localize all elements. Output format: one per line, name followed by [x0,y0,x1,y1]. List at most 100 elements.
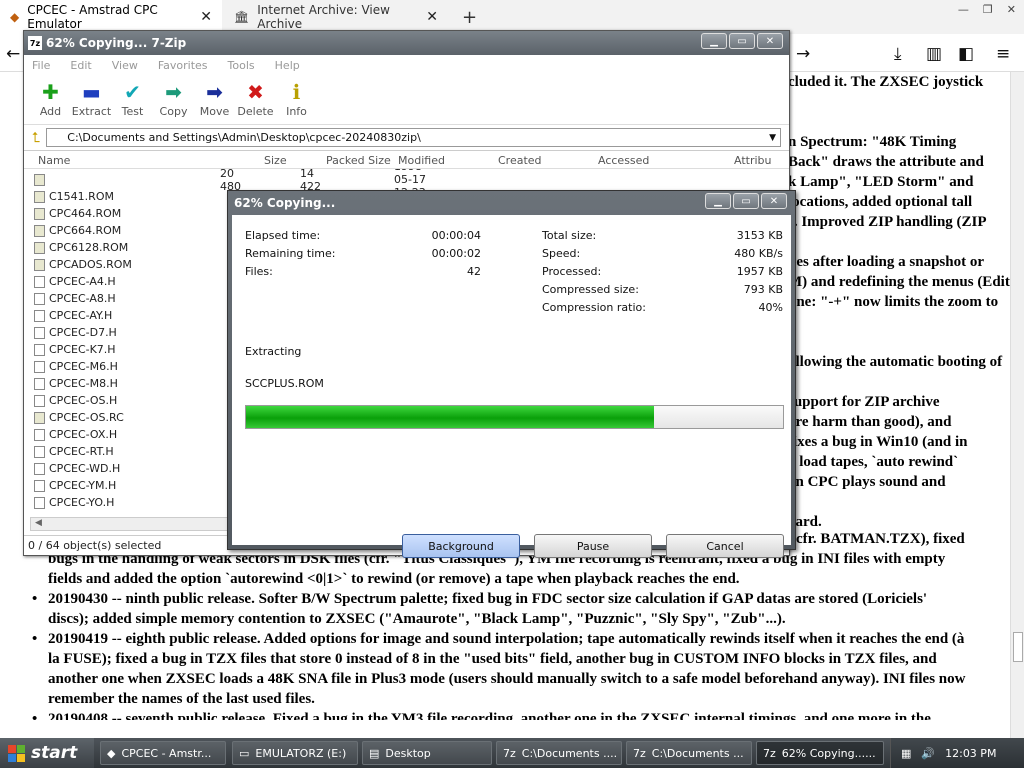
forward-arrow-icon[interactable]: → [796,44,810,64]
keyboard-icon[interactable]: ▦ [901,747,911,760]
table-row[interactable]: 20 480 14 422 1998-05-17 12:23 [34,169,426,199]
path-input[interactable]: C:\Documents and Settings\Admin\Desktop\… [46,128,781,147]
taskbar-item[interactable]: ▭ EMULATORZ (E:) [232,741,358,765]
menu-icon[interactable]: ≡ [996,44,1010,64]
table-row[interactable]: CPC464.ROM [34,205,121,222]
maximize-button[interactable]: ▭ [729,33,755,49]
add-button[interactable]: ✚ Add [30,75,71,124]
extract-button[interactable]: ▬ Extract [71,75,112,124]
taskbar-item[interactable]: ▤ Desktop [362,741,492,765]
column-attributes[interactable]: Attribu [734,154,772,167]
background-button[interactable]: Background [402,534,520,558]
page-scrollbar[interactable] [1010,72,1024,740]
minimize-button[interactable]: ▁ [705,193,731,209]
column-created[interactable]: Created [498,154,542,167]
stat-label: Files: [245,265,273,278]
dialog-title-bar[interactable]: 62% Copying... ▁ ▭ ✕ [232,191,791,215]
stat-value: 3153 KB [736,229,783,242]
taskbar-item[interactable]: 7z C:\Documents ... [626,741,752,765]
column-packed-size[interactable]: Packed Size [326,154,391,167]
file-name: CPCEC-K7.H [49,343,116,356]
taskbar-item[interactable]: 7z C:\Documents .... [496,741,622,765]
table-row[interactable]: CPCADOS.ROM [34,256,132,273]
browser-tab-cpcec[interactable]: ◆ CPCEC - Amstrad CPC Emulator ✕ [0,0,222,34]
table-row[interactable]: C1541.ROM [34,188,114,205]
menu-item-favorites[interactable]: Favorites [158,59,208,72]
pause-button[interactable]: Pause [534,534,652,558]
table-row[interactable]: CPC6128.ROM [34,239,128,256]
browser-tab-archive[interactable]: 🏛 Internet Archive: View Archive ✕ [224,0,448,34]
menu-item-edit[interactable]: Edit [70,59,91,72]
library-icon[interactable]: ▥ [926,44,942,64]
table-row[interactable]: CPCEC-OS.H [34,392,117,409]
table-row[interactable]: CPCEC-A8.H [34,290,116,307]
column-modified[interactable]: Modified [398,154,445,167]
menu-item-tools[interactable]: Tools [228,59,255,72]
minimize-button[interactable]: ▁ [701,33,727,49]
scrollbar-thumb[interactable] [1013,632,1023,662]
start-button[interactable]: start [0,738,94,768]
move-button[interactable]: ➡ Move [194,75,235,124]
close-button[interactable]: ✕ [757,33,783,49]
folder-icon: ▤ [369,746,380,760]
column-size[interactable]: Size [264,154,287,167]
table-row[interactable]: CPCEC-WD.H [34,460,120,477]
test-button[interactable]: ✔ Test [112,75,153,124]
menu-item-file[interactable]: File [32,59,50,72]
back-arrow-icon[interactable]: ← [6,44,20,64]
close-tab-icon[interactable]: ✕ [426,9,438,25]
page-text-line: s. Improved ZIP handling (ZIP [788,214,987,230]
delete-button[interactable]: ✖ Delete [235,75,276,124]
page-text-line: 20190430 -- ninth public release. Softer… [48,591,928,607]
table-row[interactable]: CPCEC-D7.H [34,324,117,341]
drive-icon: ▭ [239,746,250,760]
chevron-down-icon[interactable]: ▼ [769,133,776,143]
table-row[interactable]: CPCEC-YO.H [34,494,114,511]
table-row[interactable]: CPCEC-OX.H [34,426,117,443]
windows-flag-icon [8,744,25,762]
table-row[interactable]: CPCEC-K7.H [34,341,116,358]
horizontal-scrollbar[interactable]: ◀ [30,517,230,531]
progress-bar [245,405,784,429]
speaker-icon[interactable]: 🔊 [921,747,935,760]
close-icon[interactable]: ✕ [1007,3,1016,16]
column-name[interactable]: Name [38,154,70,167]
page-text-line: on CPC plays sound and [788,474,946,490]
menu-item-view[interactable]: View [112,59,138,72]
table-row[interactable]: CPCEC-OS.RC [34,409,124,426]
table-row[interactable]: CPCEC-M8.H [34,375,118,392]
browser-icon: ◆ [107,746,116,760]
file-icon [34,479,45,492]
new-tab-button[interactable]: + [452,0,480,34]
table-row[interactable]: CPCEC-RT.H [34,443,114,460]
close-tab-icon[interactable]: ✕ [200,9,212,25]
folder-up-icon[interactable]: ⮤ [32,130,40,146]
minimize-icon[interactable]: — [958,3,969,16]
info-button[interactable]: ℹ Info [276,75,317,124]
cancel-button[interactable]: Cancel [666,534,784,558]
file-icon [34,275,45,288]
page-text-line: n Spectrum: "48K Timing [788,134,957,150]
menu-item-help[interactable]: Help [275,59,300,72]
taskbar-item[interactable]: ◆ CPCEC - Amstr... [100,741,226,765]
file-name: CPCEC-RT.H [49,445,114,458]
archive-favicon-icon: 🏛 [234,10,250,24]
sevenzip-title-bar[interactable]: 7z 62% Copying... 7-Zip ▁ ▭ ✕ [24,31,789,55]
stat-label: Speed: [542,247,581,260]
toolbar-label: Extract [71,105,112,118]
table-row[interactable]: CPCEC-AY.H [34,307,112,324]
maximize-icon[interactable]: ❐ [983,3,993,16]
table-row[interactable]: CPCEC-A4.H [34,273,116,290]
close-button[interactable]: ✕ [761,193,787,209]
column-accessed[interactable]: Accessed [598,154,649,167]
sidebar-icon[interactable]: ◧ [958,44,974,64]
table-row[interactable]: CPCEC-YM.H [34,477,116,494]
taskbar-item-label: CPCEC - Amstr... [121,746,212,760]
taskbar-item[interactable]: 7z 62% Copying...... [756,741,884,765]
copy-button[interactable]: ➡ Copy [153,75,194,124]
file-icon [34,462,45,475]
maximize-button[interactable]: ▭ [733,193,759,209]
table-row[interactable]: CPCEC-M6.H [34,358,118,375]
downloads-icon[interactable]: ⤓ [894,44,902,64]
table-row[interactable]: CPC664.ROM [34,222,121,239]
